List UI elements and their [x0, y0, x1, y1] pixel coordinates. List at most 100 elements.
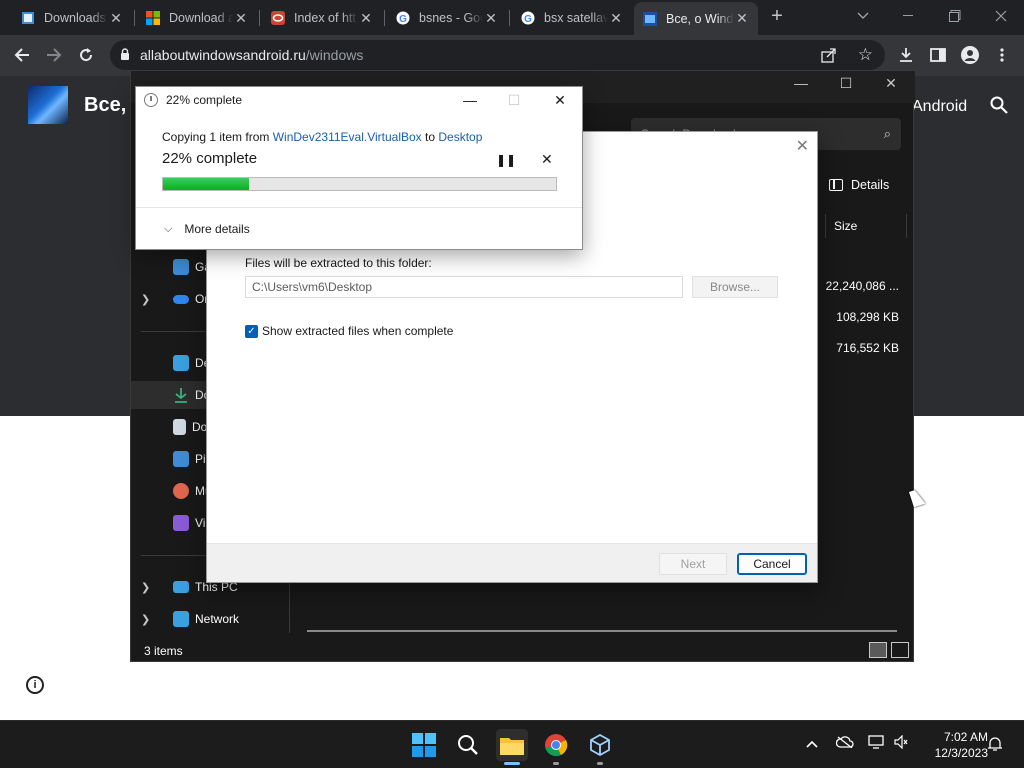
extract-folder-label: Files will be extracted to this folder:: [245, 256, 432, 270]
show-hidden-icons-icon[interactable]: [806, 735, 818, 751]
running-indicator: [553, 762, 559, 765]
tab-download[interactable]: Download a ✕: [137, 4, 257, 32]
tab-title: Downloads: [44, 11, 106, 25]
download-icon[interactable]: [894, 43, 918, 67]
column-header-size[interactable]: Size: [825, 214, 907, 238]
back-icon[interactable]: [10, 43, 34, 67]
chevron-down-icon: ⌵: [164, 222, 173, 235]
tab-index[interactable]: Index of htt ✕: [262, 4, 382, 32]
more-details-toggle[interactable]: ⌵ More details: [164, 222, 250, 236]
forward-icon[interactable]: [42, 43, 66, 67]
source-link[interactable]: WinDev2311Eval.VirtualBox: [273, 130, 422, 144]
tab-site-active[interactable]: Все, о Wind ✕: [634, 2, 758, 35]
address-bar[interactable]: allaboutwindowsandroid.ru/windows ☆: [110, 40, 885, 70]
google-icon: G: [520, 10, 536, 26]
close-tab-icon[interactable]: ✕: [358, 10, 374, 27]
explorer-maximize-icon[interactable]: ☐: [826, 75, 866, 92]
cancel-button[interactable]: Cancel: [737, 553, 807, 575]
extract-path-field[interactable]: C:\Users\vm6\Desktop: [245, 276, 683, 298]
cancel-copy-icon[interactable]: ✕: [541, 151, 553, 168]
destination-link[interactable]: Desktop: [438, 130, 482, 144]
tab-bsnes[interactable]: G bsnes - Goo ✕: [387, 4, 507, 32]
site-icon: [642, 11, 658, 27]
tab-separator: [509, 10, 510, 26]
videos-icon: [173, 515, 189, 531]
network-status-icon[interactable]: [868, 735, 884, 752]
close-tab-icon[interactable]: ✕: [608, 10, 624, 27]
details-button[interactable]: Details: [829, 178, 889, 192]
tab-bsx[interactable]: G bsx satellav ✕: [512, 4, 632, 32]
chevron-right-icon[interactable]: ❯: [141, 581, 153, 594]
lock-icon[interactable]: [120, 47, 130, 63]
active-indicator: [504, 762, 520, 765]
show-files-checkbox[interactable]: ✓ Show extracted files when complete: [245, 324, 453, 338]
tiles-view-icon[interactable]: [891, 642, 909, 658]
profile-icon[interactable]: [958, 43, 982, 67]
downloads-icon: [173, 387, 189, 403]
downloads-page-icon: [20, 10, 36, 26]
tab-title: Все, о Wind: [666, 11, 734, 26]
chevron-right-icon[interactable]: ❯: [141, 293, 153, 306]
close-window-icon[interactable]: [978, 0, 1024, 32]
restore-icon[interactable]: [932, 0, 978, 32]
search-icon[interactable]: [452, 729, 484, 761]
notifications-bell-icon[interactable]: [988, 736, 1002, 755]
next-button[interactable]: Next: [659, 553, 727, 575]
tab-downloads[interactable]: Downloads ✕: [12, 4, 132, 32]
tab-title: Download a: [169, 11, 233, 25]
reload-icon[interactable]: [74, 43, 98, 67]
chevron-right-icon[interactable]: ❯: [141, 613, 153, 626]
chrome-menu-icon[interactable]: [990, 43, 1014, 67]
share-icon[interactable]: [821, 47, 837, 66]
file-explorer-icon[interactable]: [496, 729, 528, 765]
desktop-icon: [173, 355, 189, 371]
tab-separator: [259, 10, 260, 26]
file-size-cell: 716,552 KB: [836, 341, 899, 355]
checkmark-icon[interactable]: ✓: [245, 324, 258, 338]
system-clock[interactable]: 7:02 AM 12/3/2023: [920, 729, 988, 761]
details-pane-icon: [829, 179, 843, 191]
close-tab-icon[interactable]: ✕: [734, 10, 750, 27]
item-count: 3 items: [144, 644, 183, 658]
details-label: Details: [851, 178, 890, 192]
site-logo[interactable]: [28, 86, 68, 124]
status-bar: 3 items: [131, 639, 915, 663]
nav-item-network[interactable]: ❯ Network: [131, 605, 289, 633]
pause-icon[interactable]: ❚❚: [496, 153, 516, 167]
copy-minimize-icon[interactable]: —: [460, 92, 480, 108]
copy-maximize-icon[interactable]: ☐: [504, 92, 524, 109]
virtualbox-icon[interactable]: [584, 729, 616, 765]
close-tab-icon[interactable]: ✕: [233, 10, 249, 27]
network-icon: [173, 611, 189, 627]
copy-dialog-title: 22% complete: [144, 93, 242, 107]
info-icon[interactable]: i: [26, 676, 44, 694]
horizontal-scrollbar[interactable]: [307, 630, 897, 632]
onedrive-offline-icon[interactable]: [835, 735, 854, 751]
start-icon[interactable]: [408, 729, 440, 761]
explorer-close-icon[interactable]: ✕: [871, 75, 911, 92]
url-path: /windows: [305, 47, 364, 63]
close-tab-icon[interactable]: ✕: [483, 10, 499, 27]
side-panel-icon[interactable]: [926, 43, 950, 67]
new-tab-icon[interactable]: +: [765, 4, 789, 28]
copy-progress-dialog: 22% complete — ☐ ✕ Copying 1 item from W…: [135, 86, 583, 250]
tab-search-icon[interactable]: [840, 0, 886, 32]
bookmark-star-icon[interactable]: ☆: [858, 45, 873, 65]
browse-button[interactable]: Browse...: [692, 276, 778, 298]
extract-close-icon[interactable]: ✕: [796, 136, 809, 156]
site-search-icon[interactable]: [990, 96, 1008, 119]
clock-icon: [144, 93, 158, 107]
site-nav-android[interactable]: Android: [912, 98, 967, 116]
checkbox-label: Show extracted files when complete: [262, 324, 454, 338]
url-host: allaboutwindowsandroid.ru: [140, 47, 306, 63]
chrome-icon[interactable]: [540, 729, 572, 765]
details-view-icon[interactable]: [869, 642, 887, 658]
documents-icon: [173, 419, 186, 435]
explorer-minimize-icon[interactable]: —: [781, 75, 821, 91]
progress-bar: [162, 177, 557, 191]
close-tab-icon[interactable]: ✕: [108, 10, 124, 27]
tab-title: bsnes - Goo: [419, 11, 483, 25]
minimize-icon[interactable]: [886, 0, 932, 32]
volume-muted-icon[interactable]: [894, 734, 908, 752]
copy-close-icon[interactable]: ✕: [550, 92, 570, 109]
